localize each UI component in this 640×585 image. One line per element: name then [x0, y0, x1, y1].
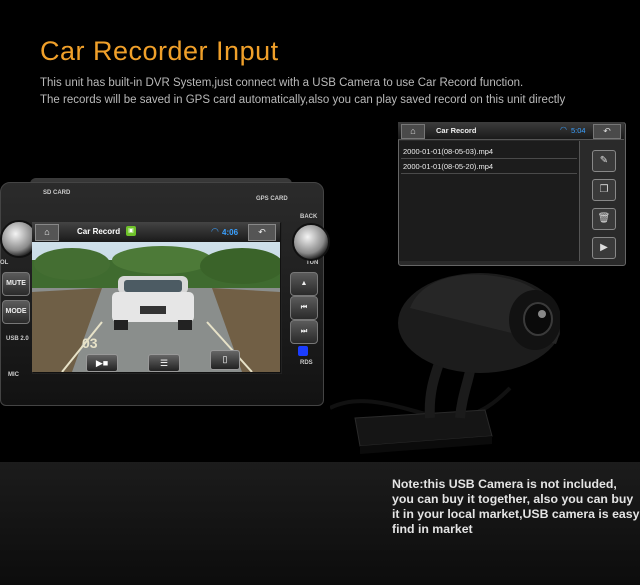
file-list-icon[interactable]: ☰: [148, 354, 180, 372]
screen-back-icon[interactable]: ↶: [248, 224, 276, 241]
eject-button[interactable]: ▲: [290, 272, 318, 296]
screen-home-icon[interactable]: ⌂: [35, 224, 59, 241]
description-line-2: The records will be saved in GPS card au…: [40, 94, 566, 106]
gps-card-label: GPS CARD: [256, 196, 288, 202]
delete-icon[interactable]: 🗑: [592, 208, 616, 230]
zoomed-status-bar: [398, 122, 624, 140]
record-camera-icon[interactable]: ▶■: [86, 354, 118, 372]
edit-icon[interactable]: ✎: [592, 150, 616, 172]
recording-file-list: [399, 141, 580, 261]
note-line-3: it in your local market,USB camera is ea…: [392, 507, 640, 521]
rds-label: RDS: [300, 360, 313, 366]
recording-file-item[interactable]: 2000-01-01(08-05-03).mp4: [401, 145, 577, 159]
play-icon[interactable]: ▶: [592, 237, 616, 259]
zoom-home-icon[interactable]: ⌂: [401, 124, 425, 139]
screen-status-bar: [32, 222, 280, 242]
recording-file-item[interactable]: 2000-01-01(08-05-20).mp4: [401, 160, 577, 174]
switch-mode-icon[interactable]: ▯: [210, 350, 240, 370]
zoom-time: 5:04: [571, 126, 586, 135]
usb-label: USB 2.0: [6, 336, 29, 342]
volume-label: OL: [0, 260, 9, 266]
zoom-wifi-icon: ◠: [560, 125, 567, 134]
screen-time: 4:06: [222, 228, 239, 237]
mode-button[interactable]: MODE: [2, 300, 30, 324]
mic-label: MIC: [8, 372, 19, 378]
usb-camera-image: [330, 273, 560, 454]
zoom-back-icon[interactable]: ↶: [593, 124, 621, 139]
svg-text:03: 03: [82, 335, 98, 351]
next-button[interactable]: ⏭: [290, 320, 318, 344]
sd-card-label: SD CARD: [43, 190, 71, 196]
note-line-1: Note:this USB Camera is not included,: [392, 477, 617, 491]
note-line-4: find in market: [392, 522, 473, 536]
android-app-icon: ▣: [126, 226, 136, 236]
tune-knob[interactable]: [292, 223, 330, 261]
zoom-panel-title: Car Record: [436, 126, 477, 135]
back-label: BACK: [300, 214, 318, 220]
indicator-led: [298, 346, 308, 356]
camera-view: 03: [32, 242, 280, 372]
copy-icon[interactable]: ❐: [592, 179, 616, 201]
page-title: Car Recorder Input: [40, 36, 279, 66]
note-line-2: you can buy it together, also you can bu…: [392, 492, 634, 506]
description-line-1: This unit has built-in DVR System,just c…: [40, 77, 524, 89]
screen-wifi-icon: ◠: [211, 226, 219, 236]
screen-title: Car Record: [77, 227, 121, 236]
mute-button[interactable]: MUTE: [2, 272, 30, 296]
previous-button[interactable]: ⏮: [290, 296, 318, 320]
parking-lot-image: 03: [32, 242, 280, 372]
